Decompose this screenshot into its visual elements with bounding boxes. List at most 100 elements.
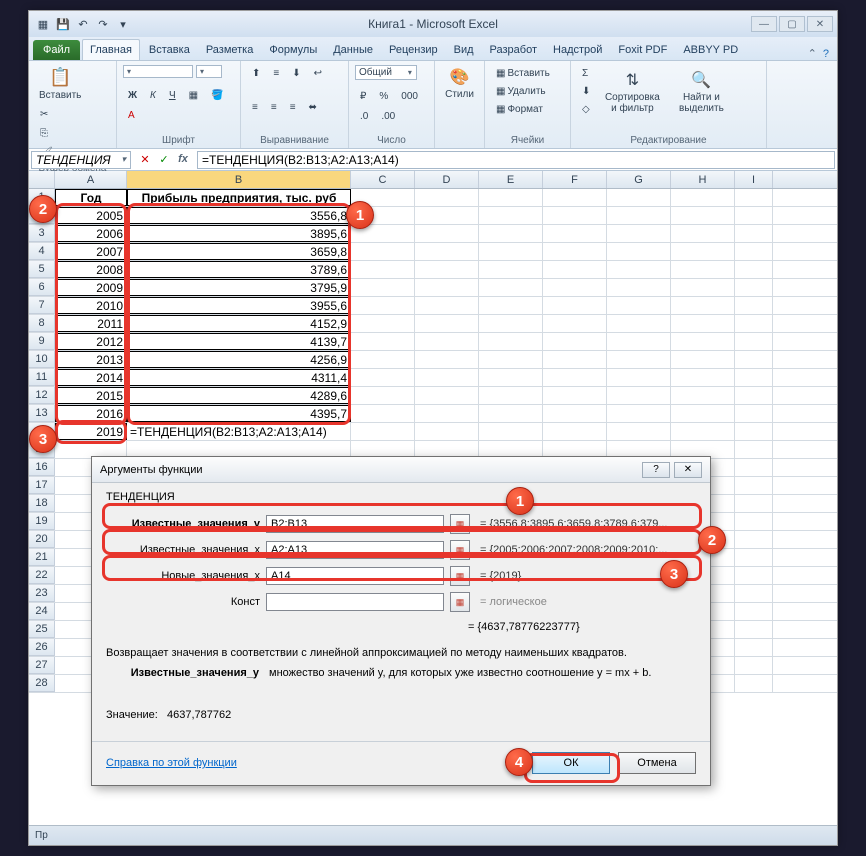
cell[interactable] [735,531,773,548]
cancel-button[interactable]: Отмена [618,752,696,774]
cell[interactable] [735,495,773,512]
inc-decimal-button[interactable]: .0 [355,108,373,125]
cell[interactable]: Прибыль предприятия, тыс. руб [127,189,351,206]
cell[interactable] [351,261,415,278]
cell[interactable] [415,387,479,404]
cell[interactable] [735,441,773,458]
table-row[interactable]: 1320164395,7 [29,405,837,423]
clear-button[interactable]: ◇ [577,101,595,118]
cell[interactable]: 2019 [55,423,127,440]
cell[interactable] [735,369,773,386]
cell[interactable]: =ТЕНДЕНЦИЯ(B2:B13;A2:A13;A14) [127,423,351,440]
cell[interactable] [543,297,607,314]
cell[interactable] [479,387,543,404]
cell[interactable] [735,423,773,440]
cell[interactable]: 4311,4 [127,369,351,386]
cell[interactable] [735,405,773,422]
cell[interactable] [415,225,479,242]
cell[interactable] [607,405,671,422]
cell[interactable]: Год [55,189,127,206]
cell[interactable]: 2009 [55,279,127,296]
col-head-f[interactable]: F [543,171,607,188]
tab-layout[interactable]: Разметка [199,40,261,60]
cell[interactable] [351,297,415,314]
cell[interactable] [671,405,735,422]
cell[interactable] [735,315,773,332]
cell[interactable] [735,585,773,602]
cell[interactable]: 2014 [55,369,127,386]
font-name-combo[interactable] [123,65,193,78]
cell[interactable]: 2008 [55,261,127,278]
arg-input[interactable] [266,567,444,585]
paste-button[interactable]: 📋 Вставить [35,65,85,103]
row-head[interactable]: 12 [29,387,55,404]
range-select-icon[interactable]: ▦ [450,592,470,612]
row-head[interactable]: 3 [29,225,55,242]
cell[interactable] [479,279,543,296]
cell[interactable] [607,279,671,296]
tab-addins[interactable]: Надстрой [546,40,609,60]
col-head-i[interactable]: I [735,171,773,188]
range-select-icon[interactable]: ▦ [450,540,470,560]
col-head-g[interactable]: G [607,171,671,188]
tab-insert[interactable]: Вставка [142,40,197,60]
cell[interactable]: 3556,8 [127,207,351,224]
cell[interactable] [735,657,773,674]
cell[interactable] [671,207,735,224]
number-format-combo[interactable]: Общий [355,65,417,80]
cell[interactable] [415,189,479,206]
cell[interactable]: 2015 [55,387,127,404]
cell[interactable] [479,261,543,278]
styles-button[interactable]: 🎨 Стили [441,65,478,102]
cell[interactable] [607,351,671,368]
save-icon[interactable]: 💾 [55,16,71,32]
fill-color-button[interactable]: 🪣 [206,87,228,104]
cell[interactable] [351,279,415,296]
autosum-button[interactable]: Σ [577,65,595,82]
font-color-button[interactable]: A [123,107,140,124]
cell[interactable] [735,549,773,566]
dialog-close-button[interactable]: ✕ [674,462,702,478]
cell[interactable]: 2016 [55,405,127,422]
border-button[interactable]: ▦ [184,87,203,104]
table-row[interactable]: 820114152,9 [29,315,837,333]
col-head-b[interactable]: B [127,171,351,188]
table-row[interactable]: 920124139,7 [29,333,837,351]
file-tab[interactable]: Файл [33,40,80,60]
close-button[interactable]: ✕ [807,16,833,32]
cell[interactable] [607,297,671,314]
cell[interactable] [543,387,607,404]
row-head[interactable]: 26 [29,639,55,656]
row-head[interactable]: 25 [29,621,55,638]
cell[interactable] [543,423,607,440]
cell[interactable] [415,315,479,332]
tab-home[interactable]: Главная [82,39,140,60]
cell[interactable]: 2005 [55,207,127,224]
row-head[interactable]: 8 [29,315,55,332]
cell[interactable] [543,225,607,242]
cell[interactable] [735,225,773,242]
row-head[interactable]: 17 [29,477,55,494]
cell[interactable] [415,351,479,368]
table-row[interactable]: 520083789,6 [29,261,837,279]
cell[interactable]: 4289,6 [127,387,351,404]
ok-button[interactable]: ОК [532,752,610,774]
tab-developer[interactable]: Разработ [483,40,544,60]
cell[interactable]: 2010 [55,297,127,314]
cell[interactable] [607,333,671,350]
cell[interactable] [351,369,415,386]
cell[interactable] [735,387,773,404]
cell[interactable] [479,333,543,350]
col-head-d[interactable]: D [415,171,479,188]
cell[interactable] [543,207,607,224]
font-size-combo[interactable] [196,65,222,78]
row-head[interactable]: 11 [29,369,55,386]
col-head-h[interactable]: H [671,171,735,188]
cell[interactable] [351,351,415,368]
col-head-e[interactable]: E [479,171,543,188]
tab-abbyy[interactable]: ABBYY PD [676,40,745,60]
align-right-button[interactable]: ≡ [285,99,301,116]
cell[interactable] [671,387,735,404]
cell[interactable] [543,315,607,332]
cell[interactable]: 2007 [55,243,127,260]
